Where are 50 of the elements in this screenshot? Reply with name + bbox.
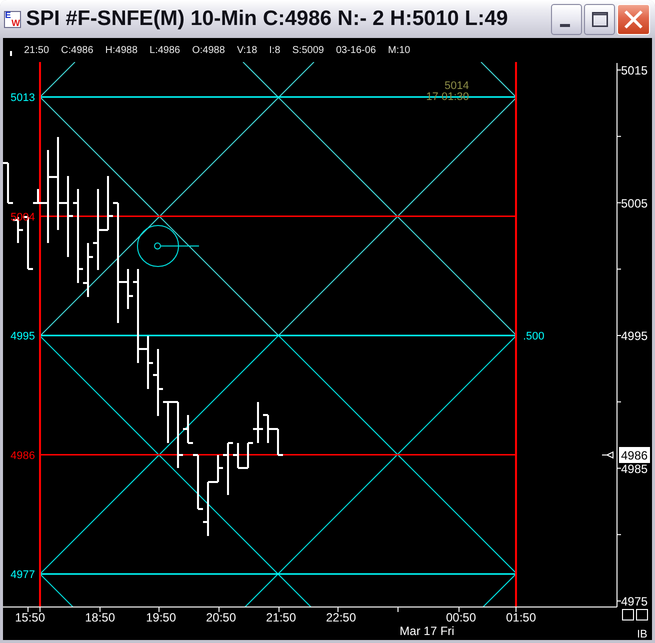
level-label: 5013 bbox=[10, 92, 35, 104]
window-title: SPI #F-SNFE(M) 10-Min C:4986 N:- 2 H:5010 L:49 bbox=[26, 7, 508, 31]
info-value: 03-16-06 bbox=[336, 44, 376, 56]
level-label: 4986 bbox=[10, 450, 35, 462]
time-label: 22:50 bbox=[326, 610, 356, 624]
marker-icon bbox=[10, 50, 12, 56]
price-label: 4985 bbox=[621, 462, 648, 476]
annotation-price: 5014 bbox=[444, 80, 469, 92]
info-value: M:10 bbox=[388, 44, 410, 56]
info-value: 21:50 bbox=[24, 44, 50, 56]
minimize-button[interactable] bbox=[551, 4, 582, 34]
time-label: 19:50 bbox=[146, 610, 176, 624]
price-label: 5005 bbox=[621, 196, 648, 210]
circle-drawing bbox=[137, 225, 200, 267]
logo-letter: W bbox=[12, 20, 20, 26]
price-bar bbox=[272, 428, 284, 456]
close-button[interactable] bbox=[617, 4, 650, 34]
time-label: 01:50 bbox=[506, 610, 536, 624]
level-label: 4995 bbox=[10, 330, 35, 342]
price-label: 5015 bbox=[621, 64, 648, 78]
info-value: H:4988 bbox=[105, 44, 138, 56]
time-label: 15:50 bbox=[14, 610, 46, 624]
square-icon[interactable] bbox=[636, 609, 648, 620]
info-value: L:4986 bbox=[150, 44, 180, 56]
time-label: 20:50 bbox=[206, 610, 236, 624]
current-price-tag: 4986 bbox=[619, 447, 650, 463]
time-label: 00:50 bbox=[446, 610, 476, 624]
ratio-label: .500 bbox=[523, 330, 544, 342]
minimize-icon bbox=[560, 24, 570, 26]
maximize-icon bbox=[592, 12, 608, 26]
price-pointer-icon bbox=[602, 451, 614, 458]
square-icon[interactable] bbox=[622, 609, 634, 620]
info-value: S:5009 bbox=[292, 44, 324, 56]
date-label: Mar 17 Fri bbox=[400, 624, 454, 638]
logo-letter: E bbox=[5, 12, 12, 18]
price-bar bbox=[192, 454, 204, 510]
price-label: 4995 bbox=[621, 329, 648, 343]
info-value: V:18 bbox=[236, 44, 258, 56]
price-label: 4975 bbox=[621, 594, 648, 608]
time-label: 21:50 bbox=[266, 610, 296, 624]
level-label: 4977 bbox=[10, 569, 35, 581]
source-label: IB bbox=[637, 628, 648, 640]
info-value: I:8 bbox=[269, 44, 280, 56]
level-label: 5004 bbox=[10, 211, 35, 224]
close-icon bbox=[624, 10, 643, 28]
info-value: O:4988 bbox=[192, 44, 225, 56]
info-value: C:4986 bbox=[61, 44, 94, 56]
time-label: 18:50 bbox=[84, 610, 116, 624]
maximize-button[interactable] bbox=[584, 4, 615, 34]
price-bar bbox=[3, 162, 14, 204]
